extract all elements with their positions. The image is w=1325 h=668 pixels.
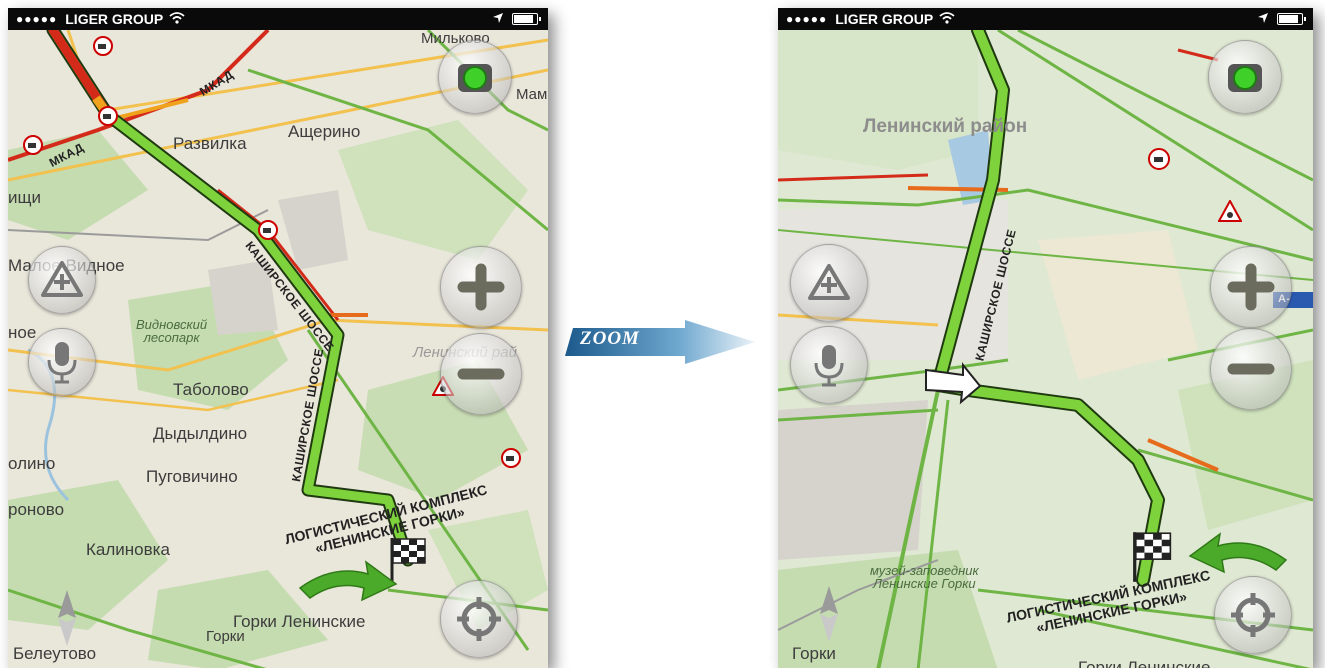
place-label: Калиновка [86, 540, 170, 559]
district-label: Ленинский район [863, 116, 1028, 137]
traffic-toggle-button[interactable] [438, 40, 512, 114]
place-label: Мам [516, 86, 548, 103]
place-label: олино [8, 454, 56, 473]
traffic-camera-icon[interactable] [1148, 148, 1170, 175]
location-arrow-icon [492, 11, 504, 27]
place-label: Дыдылдино [153, 424, 248, 443]
signal-strength-icon: ●●●●● [16, 12, 58, 26]
traffic-toggle-button[interactable] [1208, 40, 1282, 114]
place-label: Ащерино [288, 122, 361, 141]
wifi-icon [939, 11, 955, 27]
status-bar: ●●●●● LIGER GROUP [778, 8, 1313, 30]
minus-icon [1227, 345, 1275, 393]
zoom-out-button[interactable] [1210, 328, 1292, 410]
status-bar: ●●●●● LIGER GROUP [8, 8, 548, 30]
road-event-add-icon [40, 260, 84, 300]
zoom-in-button[interactable] [1210, 246, 1292, 328]
museum-label: музей-заповедник Ленинские Горки [870, 564, 979, 590]
signal-strength-icon: ●●●●● [786, 12, 828, 26]
minus-icon [457, 350, 505, 398]
map-screen-after-zoom: ●●●●● LIGER GROUP Ленинский район КАШИРС… [778, 8, 1313, 668]
crosshair-location-icon [455, 595, 503, 643]
place-label: ное [8, 323, 37, 342]
carrier-name: LIGER GROUP [835, 11, 934, 27]
place-label: Развилка [173, 134, 247, 153]
zoom-out-button[interactable] [440, 333, 522, 415]
place-label: Таболово [173, 380, 249, 399]
traffic-light-icon [456, 58, 494, 96]
carrier-name: LIGER GROUP [65, 11, 164, 27]
traffic-camera-icon[interactable] [23, 135, 43, 160]
report-road-event-button[interactable] [28, 246, 96, 314]
crosshair-location-icon [1229, 591, 1277, 639]
traffic-camera-icon[interactable] [98, 106, 118, 131]
museum-label-line2: Ленинские Горки [873, 576, 976, 591]
traffic-camera-icon[interactable] [501, 448, 521, 473]
location-arrow-icon [1257, 11, 1269, 27]
my-location-button[interactable] [440, 580, 518, 658]
battery-icon [512, 13, 541, 25]
pointer-arrow-icon [1188, 528, 1288, 583]
zoom-label: ZOOM [580, 328, 640, 349]
road-works-sign-icon[interactable] [1217, 198, 1243, 227]
place-label: роново [8, 500, 65, 519]
zoom-in-button[interactable] [440, 246, 522, 328]
traffic-light-icon [1226, 58, 1264, 96]
compass-icon[interactable] [814, 584, 844, 649]
place-label: Горки [206, 628, 245, 645]
place-label: ищи [8, 188, 41, 207]
report-road-event-button[interactable] [790, 244, 868, 322]
place-label: Горки Ленинские [1078, 658, 1211, 668]
forest-label-line2: лесопарк [143, 330, 200, 345]
traffic-camera-icon[interactable] [93, 36, 113, 61]
compass-icon[interactable] [52, 588, 82, 653]
finish-flag-icon [1130, 530, 1174, 589]
my-location-button[interactable] [1214, 576, 1292, 654]
battery-icon [1277, 13, 1306, 25]
forest-label: Видновский лесопарк [136, 318, 207, 344]
pointer-arrow-icon [298, 556, 398, 611]
microphone-icon [812, 343, 846, 387]
place-label: Пуговичино [146, 467, 238, 486]
plus-icon [1227, 263, 1275, 311]
road-event-add-icon [807, 263, 851, 303]
voice-search-button[interactable] [28, 328, 96, 396]
microphone-icon [45, 340, 79, 384]
plus-icon [457, 263, 505, 311]
voice-search-button[interactable] [790, 326, 868, 404]
place-label: Горки Ленинские [233, 612, 366, 631]
wifi-icon [169, 11, 185, 27]
traffic-camera-icon[interactable] [258, 220, 278, 245]
map-screen-before-zoom: ●●●●● LIGER GROUP Мильково Мам Развилка … [8, 8, 548, 668]
